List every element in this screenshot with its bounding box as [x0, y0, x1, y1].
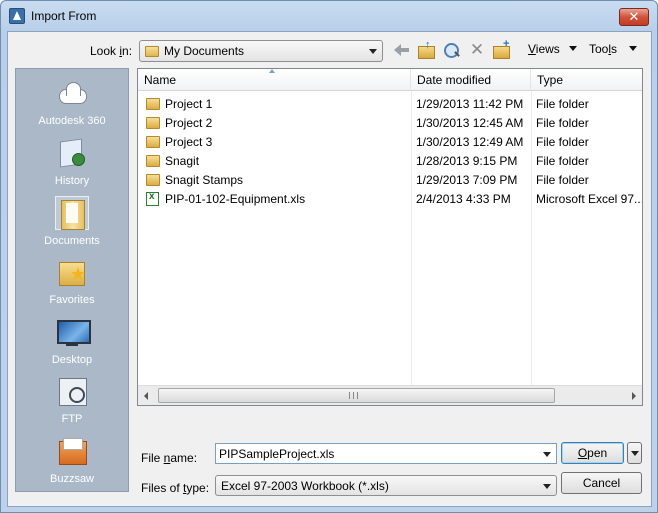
- place-label: Desktop: [51, 354, 93, 366]
- date-modified: 2/4/2013 4:33 PM: [416, 192, 511, 206]
- file-name: PIP-01-102-Equipment.xls: [165, 192, 306, 206]
- scroll-right-icon[interactable]: [632, 392, 636, 400]
- chevron-down-icon[interactable]: [543, 452, 551, 457]
- list-item[interactable]: PIP-01-102-Equipment.xls 2/4/2013 4:33 P…: [138, 190, 642, 209]
- window-title: Import From: [31, 9, 97, 23]
- autocad-app-icon: [9, 8, 25, 24]
- folder-icon: [146, 98, 160, 110]
- file-name: Project 2: [165, 116, 213, 130]
- place-autodesk-360[interactable]: Autodesk 360: [16, 73, 128, 131]
- folder-icon: [145, 46, 159, 57]
- column-header-type[interactable]: Type: [531, 69, 642, 91]
- close-button[interactable]: ✕: [619, 8, 649, 26]
- files-of-type-dropdown[interactable]: Excel 97-2003 Workbook (*.xls): [215, 475, 557, 496]
- scrollbar-thumb[interactable]: [158, 388, 555, 403]
- ftp-icon: [56, 375, 88, 407]
- title-bar: Import From ✕: [1, 1, 657, 31]
- place-label: Favorites: [49, 294, 95, 306]
- views-chevron-down-icon[interactable]: [569, 46, 577, 51]
- autodesk-360-icon: [56, 77, 88, 109]
- list-item[interactable]: Snagit Stamps 1/29/2013 7:09 PM File fol…: [138, 171, 642, 190]
- folder-icon: [146, 117, 160, 129]
- place-label: FTP: [61, 413, 83, 425]
- folder-icon: [146, 136, 160, 148]
- date-modified: 1/30/2013 12:45 AM: [416, 116, 524, 130]
- list-item[interactable]: Project 1 1/29/2013 11:42 PM File folder: [138, 95, 642, 114]
- places-sidebar: Autodesk 360 History Documents Favorites…: [15, 68, 129, 492]
- up-one-level-icon[interactable]: [416, 39, 436, 60]
- place-label: History: [54, 175, 90, 187]
- tools-chevron-down-icon[interactable]: [629, 46, 637, 51]
- grip-icon: [349, 392, 358, 399]
- column-name-label: Name: [144, 73, 177, 87]
- look-in-dropdown[interactable]: My Documents: [139, 40, 383, 62]
- file-type: File folder: [536, 154, 589, 168]
- date-modified: 1/28/2013 9:15 PM: [416, 154, 518, 168]
- history-icon: [56, 137, 88, 169]
- file-name-input[interactable]: PIPSampleProject.xls: [215, 443, 557, 464]
- list-item[interactable]: Snagit 1/28/2013 9:15 PM File folder: [138, 152, 642, 171]
- cancel-button[interactable]: Cancel: [561, 472, 642, 494]
- folder-icon: [146, 155, 160, 167]
- tools-menu-button[interactable]: Tools: [589, 42, 617, 56]
- sort-ascending-icon: [269, 69, 275, 73]
- documents-icon: [55, 196, 89, 230]
- file-name: Snagit: [165, 154, 200, 168]
- column-header-name[interactable]: Name: [138, 69, 411, 91]
- place-label: Documents: [44, 235, 100, 247]
- file-name-value: PIPSampleProject.xls: [219, 447, 335, 461]
- file-name: Project 1: [165, 97, 213, 111]
- desktop-icon: [56, 316, 91, 348]
- list-item[interactable]: Project 3 1/30/2013 12:49 AM File folder: [138, 133, 642, 152]
- place-label: Buzzsaw: [49, 473, 95, 485]
- file-type: Microsoft Excel 97...: [536, 192, 642, 206]
- file-type: File folder: [536, 135, 589, 149]
- file-type: File folder: [536, 97, 589, 111]
- open-button[interactable]: Open: [561, 442, 624, 464]
- file-name: Project 3: [165, 135, 213, 149]
- place-favorites[interactable]: Favorites: [16, 252, 128, 310]
- file-name: Snagit Stamps: [165, 173, 244, 187]
- look-in-value: My Documents: [164, 44, 245, 58]
- delete-icon[interactable]: ✕: [467, 40, 487, 60]
- open-options-button[interactable]: [627, 442, 642, 464]
- import-from-dialog: Import From ✕ Look in: My Documents ✕ Vi…: [0, 0, 658, 513]
- date-modified: 1/30/2013 12:49 AM: [416, 135, 524, 149]
- list-item[interactable]: Project 2 1/30/2013 12:45 AM File folder: [138, 114, 642, 133]
- column-header-date[interactable]: Date modified: [411, 69, 531, 91]
- horizontal-scrollbar[interactable]: [138, 385, 642, 405]
- buzzsaw-icon: [56, 435, 88, 467]
- favorites-icon: [56, 256, 88, 288]
- back-arrow-icon[interactable]: [392, 40, 412, 60]
- file-list[interactable]: Name Date modified Type Project 1 1/29/2…: [137, 68, 643, 406]
- file-type: File folder: [536, 173, 589, 187]
- dialog-body: Look in: My Documents ✕ Views Tools Auto…: [7, 31, 652, 507]
- file-name-label: File name:: [141, 451, 198, 465]
- folder-icon: [146, 174, 160, 186]
- scroll-left-icon[interactable]: [144, 392, 148, 400]
- chevron-down-icon: [369, 49, 377, 54]
- search-web-icon[interactable]: [442, 40, 462, 60]
- date-modified: 1/29/2013 11:42 PM: [416, 97, 524, 111]
- chevron-down-icon: [543, 484, 551, 489]
- place-buzzsaw[interactable]: Buzzsaw: [16, 431, 128, 489]
- excel-file-icon: [146, 191, 159, 206]
- column-date-label: Date modified: [417, 73, 492, 87]
- files-of-type-value: Excel 97-2003 Workbook (*.xls): [221, 479, 389, 493]
- place-desktop[interactable]: Desktop: [16, 312, 128, 370]
- files-of-type-label: Files of type:: [141, 481, 210, 495]
- date-modified: 1/29/2013 7:09 PM: [416, 173, 518, 187]
- place-label: Autodesk 360: [38, 115, 106, 127]
- place-ftp[interactable]: FTP: [16, 371, 128, 429]
- place-documents[interactable]: Documents: [16, 193, 128, 251]
- views-menu-button[interactable]: Views: [528, 42, 560, 56]
- column-type-label: Type: [537, 73, 564, 87]
- place-history[interactable]: History: [16, 133, 128, 191]
- new-folder-icon[interactable]: [491, 38, 511, 60]
- look-in-label: Look in:: [90, 44, 133, 58]
- file-type: File folder: [536, 116, 589, 130]
